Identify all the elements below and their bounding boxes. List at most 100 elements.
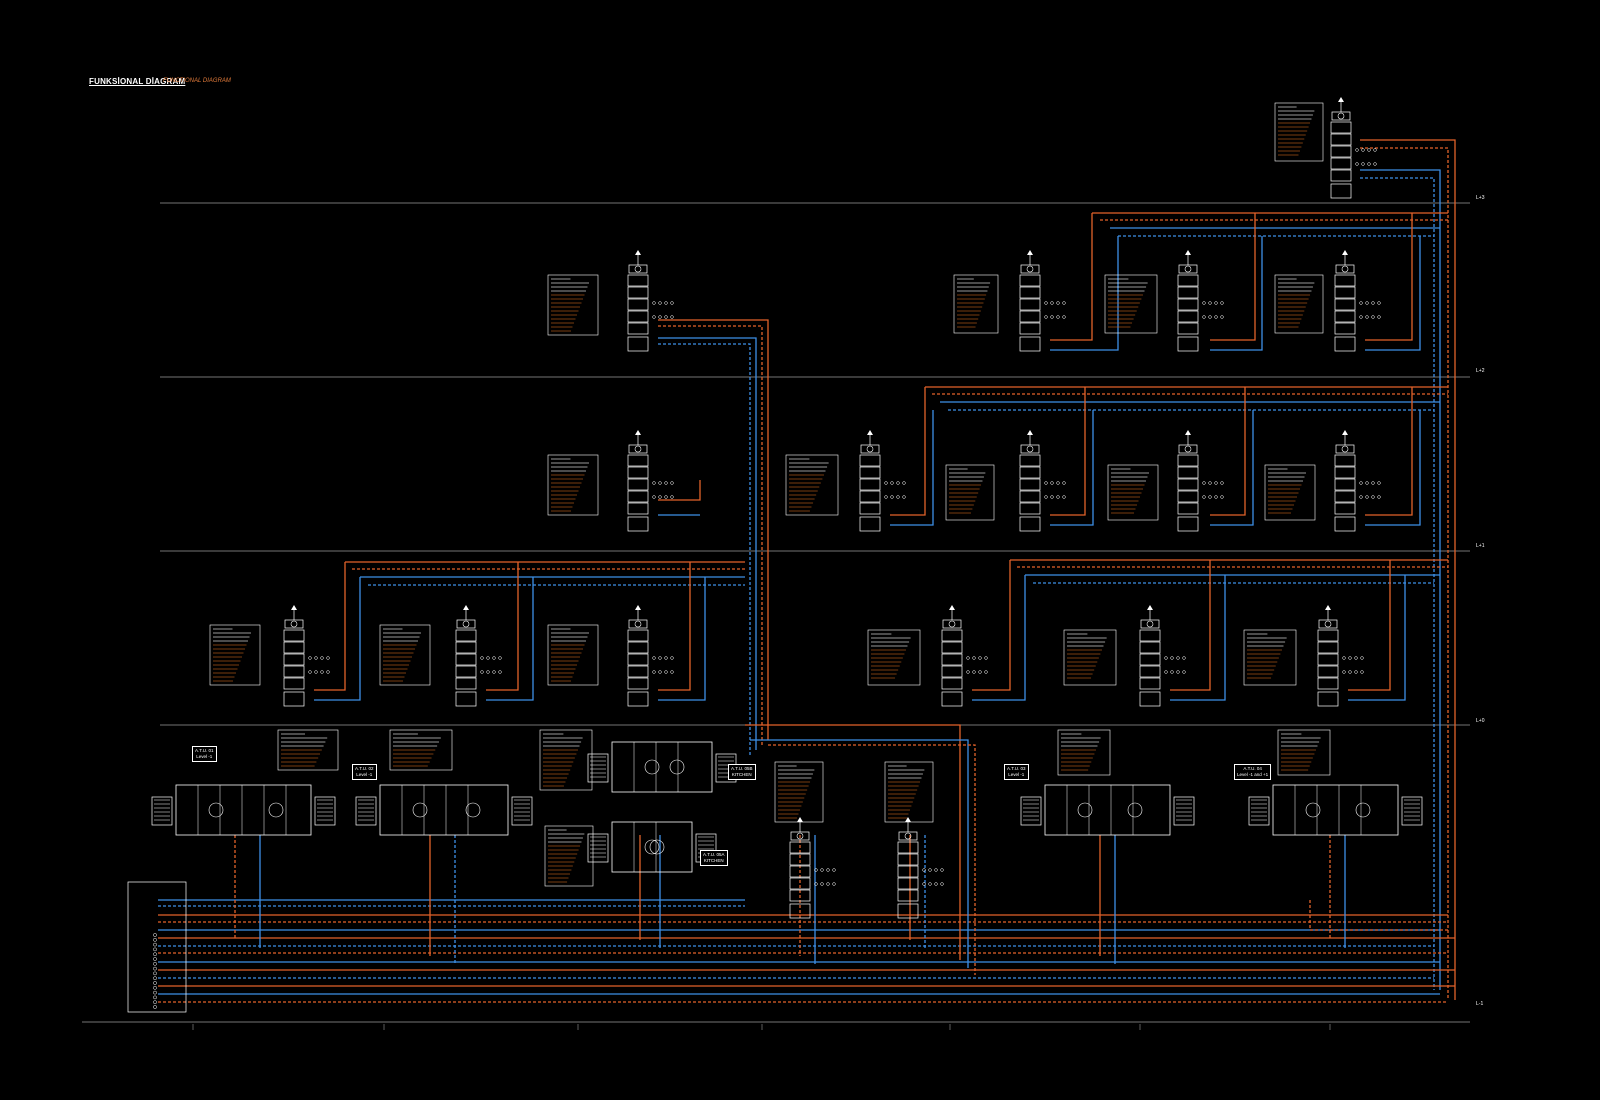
functional-diagram-canvas [82,97,1470,1030]
pipe-l2-branch2c [1210,236,1263,351]
stack-section [897,889,919,902]
stack-section [1019,454,1041,467]
valve-icon [820,882,824,886]
stack-section [1330,169,1352,182]
ahu-04 [1248,784,1423,836]
valve-icon [1355,148,1359,152]
level-label-l3: L+3 [1476,195,1485,201]
discharge-louver [1173,796,1195,826]
valve-icon [1056,495,1060,499]
valve-icon [1202,301,1206,305]
valve-icon [984,656,988,660]
valve-icon [658,481,662,485]
ahu-tag-02: A.T.U. 02 Level -1 [352,764,377,780]
valve-icon [326,670,330,674]
note-frame [884,761,934,823]
stack-section [1019,502,1041,515]
stack-base [1317,691,1339,707]
valve-icon [1220,481,1224,485]
ahu-tag-05a-use: KITCHEN [703,858,724,863]
arrow-up-icon [1027,250,1033,255]
stack-section [627,641,649,654]
intake-louver [587,833,609,863]
note-l0-3 [867,629,921,686]
fan-icon [634,265,642,273]
stack-section [455,677,477,690]
fan-icon [1026,445,1034,453]
unit-lm1-b [897,817,944,919]
valve-icon [652,656,656,660]
stack-base [1019,336,1041,352]
stack-section [859,466,881,479]
valve-icon [658,301,662,305]
stack-section [1139,629,1161,642]
stack-section [1317,665,1339,678]
stack-base [455,691,477,707]
pipe-l2-branch3 [1365,213,1413,341]
unit-l0-0 [283,605,330,707]
stack-base [941,691,963,707]
level-label-l1: L+1 [1476,543,1485,549]
pipe-left-hot [658,319,769,740]
valve-icon [1220,495,1224,499]
note-frame [785,454,839,516]
pipe-l2-branch [1050,213,1093,341]
pipe-hot-return-right [1360,147,1449,1000]
note-l2-2 [1104,274,1158,334]
stack-section [859,454,881,467]
fan-icon [1324,620,1332,628]
arrow-up-icon [635,605,641,610]
unit-l2-0 [1019,250,1066,352]
valve-icon [1377,495,1381,499]
stack-section [1019,286,1041,299]
valve-icon [1208,495,1212,499]
fan-icon [1184,445,1192,453]
stack-section [1019,310,1041,323]
stack-section [1334,454,1356,467]
ahu-01 [151,784,336,836]
unit-l2-left [627,250,674,352]
unit-l1-3 [1177,430,1224,532]
arrow-up-icon [949,605,955,610]
valve-icon [498,656,502,660]
fan-icon [1355,802,1371,818]
valve-icon [1371,481,1375,485]
ahu-casing [1272,784,1399,836]
stack-section [1317,641,1339,654]
valve-icon [966,670,970,674]
valve-icon [972,670,976,674]
valve-icon [1062,315,1066,319]
valve-icon [890,495,894,499]
stack-base [859,516,881,532]
valve-icon [896,481,900,485]
valve-icon [1361,162,1365,166]
valve-icon [308,670,312,674]
valve-icon [498,670,502,674]
stack-section [627,310,649,323]
valve-icon [308,656,312,660]
stack-section [1139,641,1161,654]
note-unit-lm1-b [884,761,934,823]
valve-icon [658,315,662,319]
pipe-l0-branch-c [658,577,706,701]
header-valve-icon [153,976,157,981]
level-label-lm1: L-1 [1476,1001,1484,1007]
note-l2-left [547,274,599,336]
fan-icon [644,759,660,775]
arrow-up-icon [463,605,469,610]
stack-section [1139,665,1161,678]
valve-icon [934,868,938,872]
valve-icon [1359,301,1363,305]
pipe-l0r-branch [1170,560,1211,691]
unit-l0-1 [455,605,502,707]
note-l0-2 [547,624,599,686]
unit-l2-2 [1334,250,1381,352]
valve-icon [1170,670,1174,674]
stack-section [627,454,649,467]
fan-icon [866,445,874,453]
stack-section [1330,121,1352,134]
valve-icon [884,481,888,485]
note-ahu-03 [1057,729,1111,776]
valve-icon [326,656,330,660]
valve-icon [1348,670,1352,674]
